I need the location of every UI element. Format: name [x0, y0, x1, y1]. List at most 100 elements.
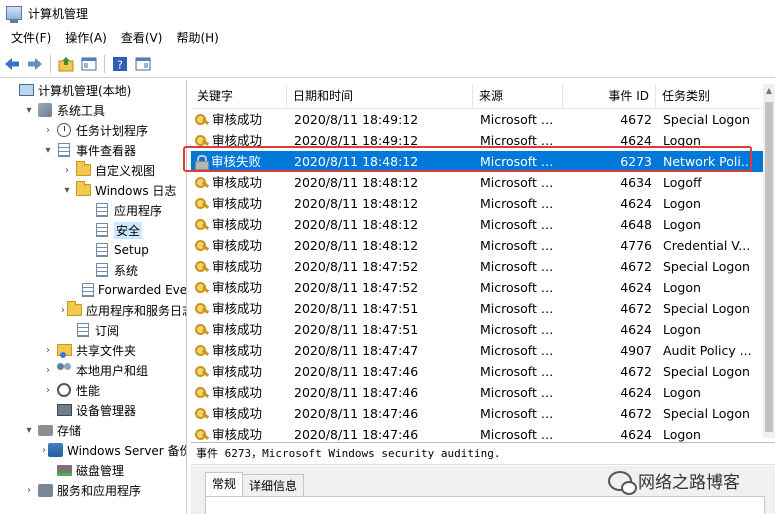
- expanded-chevron-icon[interactable]: ▾: [23, 105, 35, 116]
- event-keyword-cell: 审核成功: [191, 298, 287, 319]
- tree-item[interactable]: ▾ 事件查看器: [0, 140, 186, 160]
- event-task-category: Logon: [663, 217, 701, 232]
- collapsed-chevron-icon[interactable]: ›: [42, 125, 54, 136]
- event-row[interactable]: 审核成功 2020/8/11 18:49:12 Microsoft W... 4624…: [191, 130, 763, 151]
- forward-button[interactable]: [25, 54, 45, 74]
- event-row[interactable]: 审核成功 2020/8/11 18:47:52 Microsoft W... 4672…: [191, 256, 763, 277]
- column-header-source[interactable]: 来源: [473, 84, 563, 109]
- expanded-chevron-icon[interactable]: ▾: [42, 145, 54, 156]
- column-header-datetime[interactable]: 日期和时间: [287, 84, 473, 109]
- computer-management-window: 计算机管理 文件(F) 操作(A) 查看(V) 帮助(H) ? 计算机管理(本地…: [0, 0, 775, 514]
- event-row[interactable]: 审核成功 2020/8/11 18:47:52 Microsoft W... 4624…: [191, 277, 763, 298]
- tree-item[interactable]: Forwarded Eve: [0, 280, 186, 300]
- tree-item[interactable]: 订阅: [0, 320, 186, 340]
- tree-item[interactable]: 应用程序: [0, 200, 186, 220]
- show-hide-action-pane-button[interactable]: [133, 54, 153, 74]
- event-datetime: 2020/8/11 18:47:46: [294, 427, 419, 442]
- event-row[interactable]: 审核成功 2020/8/11 18:49:12 Microsoft W... 4672…: [191, 109, 763, 130]
- collapsed-chevron-icon[interactable]: ›: [23, 485, 35, 496]
- column-header-task-category[interactable]: 任务类别: [656, 84, 763, 109]
- tree-item[interactable]: › 服务和应用程序: [0, 480, 186, 500]
- console-tree-icon: [81, 57, 97, 70]
- menu-view[interactable]: 查看(V): [114, 27, 170, 49]
- event-row[interactable]: 审核成功 2020/8/11 18:47:51 Microsoft W... 4672…: [191, 298, 763, 319]
- event-row[interactable]: 审核成功 2020/8/11 18:47:46 Microsoft W... 4624…: [191, 382, 763, 403]
- event-keyword-cell: 审核成功: [191, 256, 287, 277]
- event-datetime: 2020/8/11 18:47:46: [294, 364, 419, 379]
- collapsed-chevron-icon[interactable]: ›: [61, 165, 73, 176]
- event-row[interactable]: 审核成功 2020/8/11 18:47:46 Microsoft W... 4672…: [191, 403, 763, 424]
- tree-item[interactable]: ▾ 系统工具: [0, 100, 186, 120]
- tree-item-label: Forwarded Eve: [98, 283, 187, 297]
- event-datetime: 2020/8/11 18:49:12: [294, 112, 419, 127]
- up-folder-button[interactable]: [56, 54, 76, 74]
- scroll-up-arrow-icon[interactable]: ▲: [763, 86, 775, 98]
- tab-general[interactable]: 常规: [205, 472, 244, 496]
- tree-item[interactable]: 计算机管理(本地): [0, 80, 186, 100]
- column-header-event-id[interactable]: 事件 ID: [563, 84, 656, 109]
- help-button[interactable]: ?: [110, 54, 130, 74]
- audit-success-key-icon: [195, 323, 209, 337]
- tab-details[interactable]: 详细信息: [242, 474, 305, 496]
- log-icon: [94, 222, 110, 238]
- tree-item[interactable]: 磁盘管理: [0, 460, 186, 480]
- toolbar-separator: [50, 54, 51, 73]
- collapsed-chevron-icon[interactable]: ›: [42, 345, 54, 356]
- back-button[interactable]: [2, 54, 22, 74]
- window-title: 计算机管理: [28, 6, 89, 21]
- event-keyword-cell: 审核失败: [191, 151, 287, 172]
- expanded-chevron-icon[interactable]: ▾: [61, 185, 73, 196]
- event-row[interactable]: 审核成功 2020/8/11 18:47:46 Microsoft W... 4672…: [191, 361, 763, 382]
- event-id: 4624: [620, 322, 652, 337]
- column-header-keyword[interactable]: 关键字: [191, 84, 287, 109]
- tree-item-label: 存储: [57, 423, 82, 438]
- tree-item[interactable]: › 共享文件夹: [0, 340, 186, 360]
- audit-success-key-icon: [195, 113, 209, 127]
- event-row[interactable]: 审核成功 2020/8/11 18:47:46 Microsoft W... 4624…: [191, 424, 763, 442]
- event-source: Microsoft W...: [480, 364, 563, 379]
- event-keyword-cell: 审核成功: [191, 214, 287, 235]
- collapsed-chevron-icon[interactable]: ›: [42, 365, 54, 376]
- event-row[interactable]: 审核失败 2020/8/11 18:48:12 Microsoft W... 6273…: [191, 151, 763, 172]
- tree-item[interactable]: › 应用程序和服务日志: [0, 300, 186, 320]
- event-row[interactable]: 审核成功 2020/8/11 18:47:47 Microsoft W... 4907…: [191, 340, 763, 361]
- collapsed-chevron-icon[interactable]: ›: [42, 385, 54, 396]
- collapsed-chevron-icon[interactable]: ›: [61, 305, 65, 316]
- event-row[interactable]: 审核成功 2020/8/11 18:48:12 Microsoft W... 4776…: [191, 235, 763, 256]
- show-hide-tree-button[interactable]: [79, 54, 99, 74]
- folder-icon: [75, 161, 91, 178]
- menu-file[interactable]: 文件(F): [4, 27, 58, 49]
- tree-item-label: 磁盘管理: [76, 463, 125, 478]
- tree-item[interactable]: 安全: [0, 220, 186, 240]
- tree-item[interactable]: Setup: [0, 240, 186, 260]
- collapsed-chevron-icon[interactable]: ›: [42, 445, 46, 456]
- tree-item[interactable]: › 性能: [0, 380, 186, 400]
- event-task-category: Special Logon: [663, 364, 750, 379]
- event-id: 4624: [620, 133, 652, 148]
- event-task-category: Special Logon: [663, 112, 750, 127]
- expanded-chevron-icon[interactable]: ▾: [23, 425, 35, 436]
- tree-item[interactable]: 设备管理器: [0, 400, 186, 420]
- tree-item[interactable]: › 本地用户和组: [0, 360, 186, 380]
- audit-success-key-icon: [195, 176, 209, 190]
- event-row[interactable]: 审核成功 2020/8/11 18:48:12 Microsoft W... 4648…: [191, 214, 763, 235]
- menu-help[interactable]: 帮助(H): [169, 27, 225, 49]
- event-source: Microsoft W...: [480, 385, 563, 400]
- event-keyword: 审核成功: [212, 238, 263, 253]
- event-keyword: 审核成功: [212, 112, 263, 127]
- tree-item[interactable]: ▾ Windows 日志: [0, 180, 186, 200]
- event-row[interactable]: 审核成功 2020/8/11 18:48:12 Microsoft W... 4624…: [191, 193, 763, 214]
- tree-item[interactable]: ▾ 存储: [0, 420, 186, 440]
- menu-action[interactable]: 操作(A): [58, 27, 114, 49]
- tree-item[interactable]: › Windows Server 备份: [0, 440, 186, 460]
- event-detail-title: 事件 6273，Microsoft Windows security audit…: [191, 443, 775, 465]
- tree-item-label: 自定义视图: [95, 163, 156, 178]
- event-row[interactable]: 审核成功 2020/8/11 18:47:51 Microsoft W... 4624…: [191, 319, 763, 340]
- event-row[interactable]: 审核成功 2020/8/11 18:48:12 Microsoft W... 4634…: [191, 172, 763, 193]
- event-list-scrollbar[interactable]: ▲: [763, 84, 775, 438]
- tree-item[interactable]: › 自定义视图: [0, 160, 186, 180]
- scrollbar-thumb[interactable]: [765, 102, 773, 432]
- tree-item[interactable]: › 任务计划程序: [0, 120, 186, 140]
- tree-item[interactable]: 系统: [0, 260, 186, 280]
- event-source: Microsoft W...: [480, 343, 563, 358]
